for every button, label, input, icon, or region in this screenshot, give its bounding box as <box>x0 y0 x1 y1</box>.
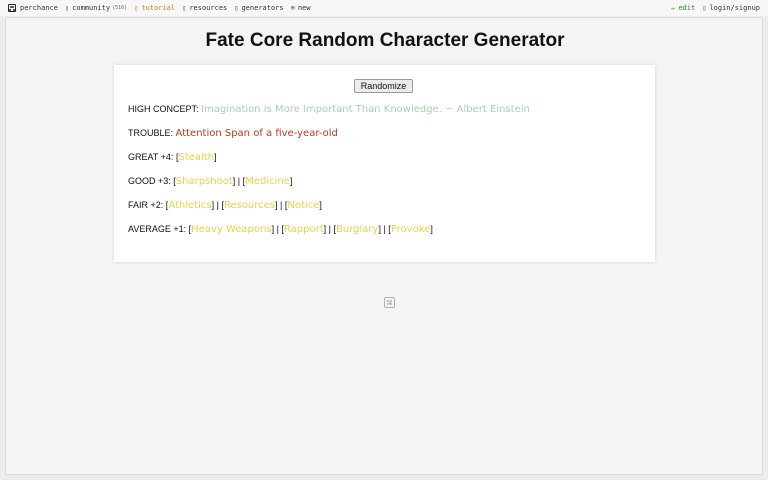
nav-new-label: new <box>297 4 311 12</box>
skill-name: Burglary <box>336 224 379 235</box>
trouble-value: Attention Span of a five-year-old <box>175 128 338 139</box>
nav-tutorial-label: tutorial <box>141 4 176 12</box>
nav-generators-link[interactable]: ▯ generators <box>234 4 283 12</box>
nav-tutorial-link[interactable]: ▯ tutorial <box>134 4 175 12</box>
nav-resources-link[interactable]: ▯ resources <box>182 4 227 12</box>
skill-name: Provoke <box>390 224 431 235</box>
community-count-badge: (516) <box>112 5 128 11</box>
nav-community-link[interactable]: ▯ community (516) <box>65 4 127 12</box>
skill-name: Sharpshoot <box>175 176 233 187</box>
trouble-label: TROUBLE: <box>128 128 174 138</box>
good-skills: [Sharpshoot] | [Medicine] <box>173 176 293 187</box>
nav-brand-label: perchance <box>20 4 58 12</box>
nav-edit-link[interactable]: ✏ edit <box>671 4 695 12</box>
great-label: GREAT +4: <box>128 152 174 162</box>
dice-logo-icon <box>8 4 16 12</box>
bracket-close: ] <box>214 152 217 162</box>
skill-name: Heavy Weapons <box>191 224 272 235</box>
average-row: AVERAGE +1: [Heavy Weapons] | [Rapport] … <box>128 223 433 236</box>
great-row: GREAT +4: [Stealth] <box>128 151 217 164</box>
nav-right-group: ✏ edit ▯ login/signup <box>671 4 768 12</box>
skill-name: Medicine <box>245 176 290 187</box>
nav-edit-label: edit <box>678 4 696 12</box>
generators-icon: ▯ <box>234 4 239 12</box>
book-icon: ▯ <box>134 4 139 12</box>
fair-skills: [Athletics] | [Resources] | [Notice] <box>166 200 322 211</box>
high-concept-value: Imagination is More Important Than Knowl… <box>201 104 530 115</box>
randomize-button[interactable]: Randomize <box>354 79 413 93</box>
trouble-row: TROUBLE: Attention Span of a five-year-o… <box>128 127 338 140</box>
nav-generators-label: generators <box>241 4 284 12</box>
skill-separator: | <box>326 224 334 234</box>
character-card: Randomize HIGH CONCEPT: Imagination is M… <box>114 65 655 262</box>
bracket-close: ] <box>430 224 433 234</box>
high-concept-row: HIGH CONCEPT: Imagination is More Import… <box>128 103 530 116</box>
bracket-close: ] <box>319 200 322 210</box>
skill-separator: | <box>277 200 285 210</box>
bracket-close: ] <box>289 176 293 186</box>
fair-label: FAIR +2: <box>128 200 164 210</box>
generator-page: Fate Core Random Character Generator Ran… <box>5 17 763 475</box>
good-row: GOOD +3: [Sharpshoot] | [Medicine] <box>128 175 292 188</box>
nav-login-label: login/signup <box>709 4 760 12</box>
nav-community-label: community <box>72 4 111 12</box>
chat-icon: ▯ <box>64 4 70 12</box>
fair-row: FAIR +2: [Athletics] | [Resources] | [No… <box>128 199 322 212</box>
plus-circle-icon: ⊕ <box>290 4 295 12</box>
nav-new-link[interactable]: ⊕ new <box>291 4 311 12</box>
average-skills: [Heavy Weapons] | [Rapport] | [Burglary]… <box>189 224 433 235</box>
nav-resources-label: resources <box>189 4 228 12</box>
nav-brand-link[interactable]: perchance <box>8 4 58 12</box>
average-label: AVERAGE +1: <box>128 224 187 234</box>
dice-icon <box>384 297 395 308</box>
skill-separator: | <box>235 176 243 186</box>
top-nav-bar: perchance ▯ community (516) ▯ tutorial ▯… <box>0 0 768 16</box>
skill-name: Notice <box>287 200 320 211</box>
nav-left-group: perchance ▯ community (516) ▯ tutorial ▯… <box>0 4 318 12</box>
resources-icon: ▯ <box>182 4 187 12</box>
good-label: GOOD +3: <box>128 176 171 186</box>
page-title: Fate Core Random Character Generator <box>205 30 565 51</box>
great-skills: [Stealth] <box>176 152 217 163</box>
user-icon: ▯ <box>702 4 707 12</box>
skill-name: Resources <box>223 200 276 211</box>
pencil-icon: ✏ <box>671 4 676 12</box>
skill-name: Stealth <box>178 152 215 163</box>
nav-login-link[interactable]: ▯ login/signup <box>702 4 760 12</box>
skill-name: Rapport <box>283 224 324 235</box>
high-concept-label: HIGH CONCEPT: <box>128 104 199 114</box>
skill-name: Athletics <box>168 200 212 211</box>
